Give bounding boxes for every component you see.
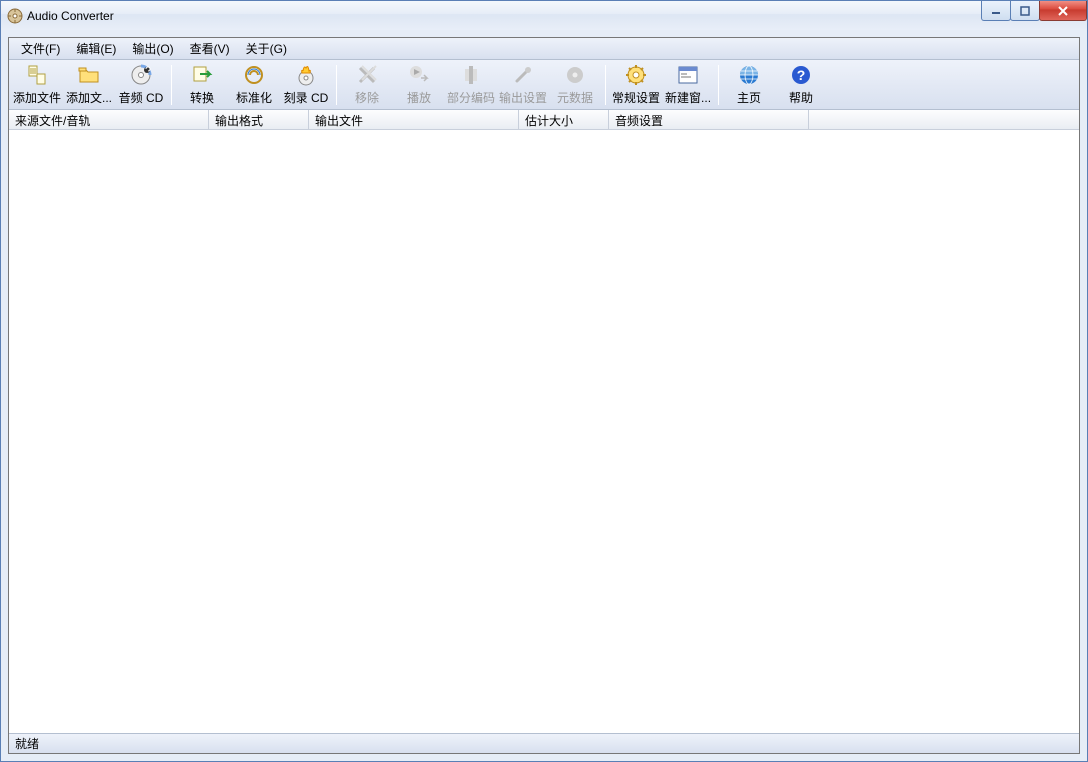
toolbar: 添加文件 添加文... 音频 CD 转换 [9, 60, 1079, 110]
metadata-button: 元数据 [549, 62, 601, 108]
normalize-button[interactable]: 标准化 [228, 62, 280, 108]
menu-about[interactable]: 关于(G) [238, 38, 295, 59]
homepage-button[interactable]: 主页 [723, 62, 775, 108]
help-label: 帮助 [789, 89, 813, 106]
toolbar-separator [718, 65, 719, 105]
general-settings-button[interactable]: 常规设置 [610, 62, 662, 108]
normalize-icon [242, 63, 266, 87]
play-icon [407, 63, 431, 87]
add-folder-button[interactable]: 添加文... [63, 62, 115, 108]
new-window-label: 新建窗... [665, 89, 711, 106]
remove-button: 移除 [341, 62, 393, 108]
play-button: 播放 [393, 62, 445, 108]
output-settings-button: 输出设置 [497, 62, 549, 108]
homepage-label: 主页 [737, 89, 761, 106]
audio-cd-label: 音频 CD [119, 89, 164, 106]
maximize-button[interactable] [1010, 1, 1040, 21]
col-outfile[interactable]: 输出文件 [309, 110, 519, 129]
minimize-button[interactable] [981, 1, 1011, 21]
window-title: Audio Converter [27, 9, 114, 23]
menu-edit[interactable]: 编辑(E) [68, 38, 124, 59]
normalize-label: 标准化 [236, 89, 272, 106]
partial-encode-button: 部分编码 [445, 62, 497, 108]
convert-label: 转换 [190, 89, 214, 106]
help-button[interactable]: ? 帮助 [775, 62, 827, 108]
gear-icon [624, 63, 648, 87]
window-icon [676, 63, 700, 87]
svg-text:?: ? [797, 67, 806, 83]
add-file-label: 添加文件 [13, 89, 61, 106]
list-header: 来源文件/音轨 输出格式 输出文件 估计大小 音频设置 [9, 110, 1079, 130]
general-settings-label: 常规设置 [612, 89, 660, 106]
toolbar-separator [171, 65, 172, 105]
help-icon: ? [789, 63, 813, 87]
convert-button[interactable]: 转换 [176, 62, 228, 108]
col-format[interactable]: 输出格式 [209, 110, 309, 129]
burn-icon [294, 63, 318, 87]
titlebar: Audio Converter [0, 0, 1088, 30]
add-file-button[interactable]: 添加文件 [11, 62, 63, 108]
add-folder-label: 添加文... [66, 89, 112, 106]
close-button[interactable] [1039, 1, 1087, 21]
app-icon [7, 8, 23, 24]
col-source[interactable]: 来源文件/音轨 [9, 110, 209, 129]
file-add-icon [25, 63, 49, 87]
metadata-icon [563, 63, 587, 87]
convert-icon [190, 63, 214, 87]
remove-icon [355, 63, 379, 87]
play-label: 播放 [407, 89, 431, 106]
folder-add-icon [77, 63, 101, 87]
audio-cd-button[interactable]: 音频 CD [115, 62, 167, 108]
window-body: 文件(F) 编辑(E) 输出(O) 查看(V) 关于(G) 添加文件 添加文..… [0, 30, 1088, 762]
col-audio-settings[interactable]: 音频设置 [609, 110, 809, 129]
cd-icon [129, 63, 153, 87]
menubar: 文件(F) 编辑(E) 输出(O) 查看(V) 关于(G) [9, 38, 1079, 60]
remove-label: 移除 [355, 89, 379, 106]
menu-file[interactable]: 文件(F) [13, 38, 68, 59]
toolbar-separator [605, 65, 606, 105]
window-controls [982, 1, 1087, 30]
menu-view[interactable]: 查看(V) [182, 38, 238, 59]
status-text: 就绪 [15, 735, 39, 752]
inner-frame: 文件(F) 编辑(E) 输出(O) 查看(V) 关于(G) 添加文件 添加文..… [8, 37, 1080, 754]
col-estsize[interactable]: 估计大小 [519, 110, 609, 129]
burn-cd-button[interactable]: 刻录 CD [280, 62, 332, 108]
partial-encode-label: 部分编码 [447, 89, 495, 106]
metadata-label: 元数据 [557, 89, 593, 106]
burn-cd-label: 刻录 CD [284, 89, 329, 106]
file-list[interactable] [9, 130, 1079, 733]
new-window-button[interactable]: 新建窗... [662, 62, 714, 108]
output-settings-label: 输出设置 [499, 89, 547, 106]
statusbar: 就绪 [9, 733, 1079, 753]
titlebar-left: Audio Converter [7, 8, 114, 24]
partial-encode-icon [459, 63, 483, 87]
menu-output[interactable]: 输出(O) [124, 38, 181, 59]
home-icon [737, 63, 761, 87]
toolbar-separator [336, 65, 337, 105]
col-blank[interactable] [809, 110, 1079, 129]
output-settings-icon [511, 63, 535, 87]
